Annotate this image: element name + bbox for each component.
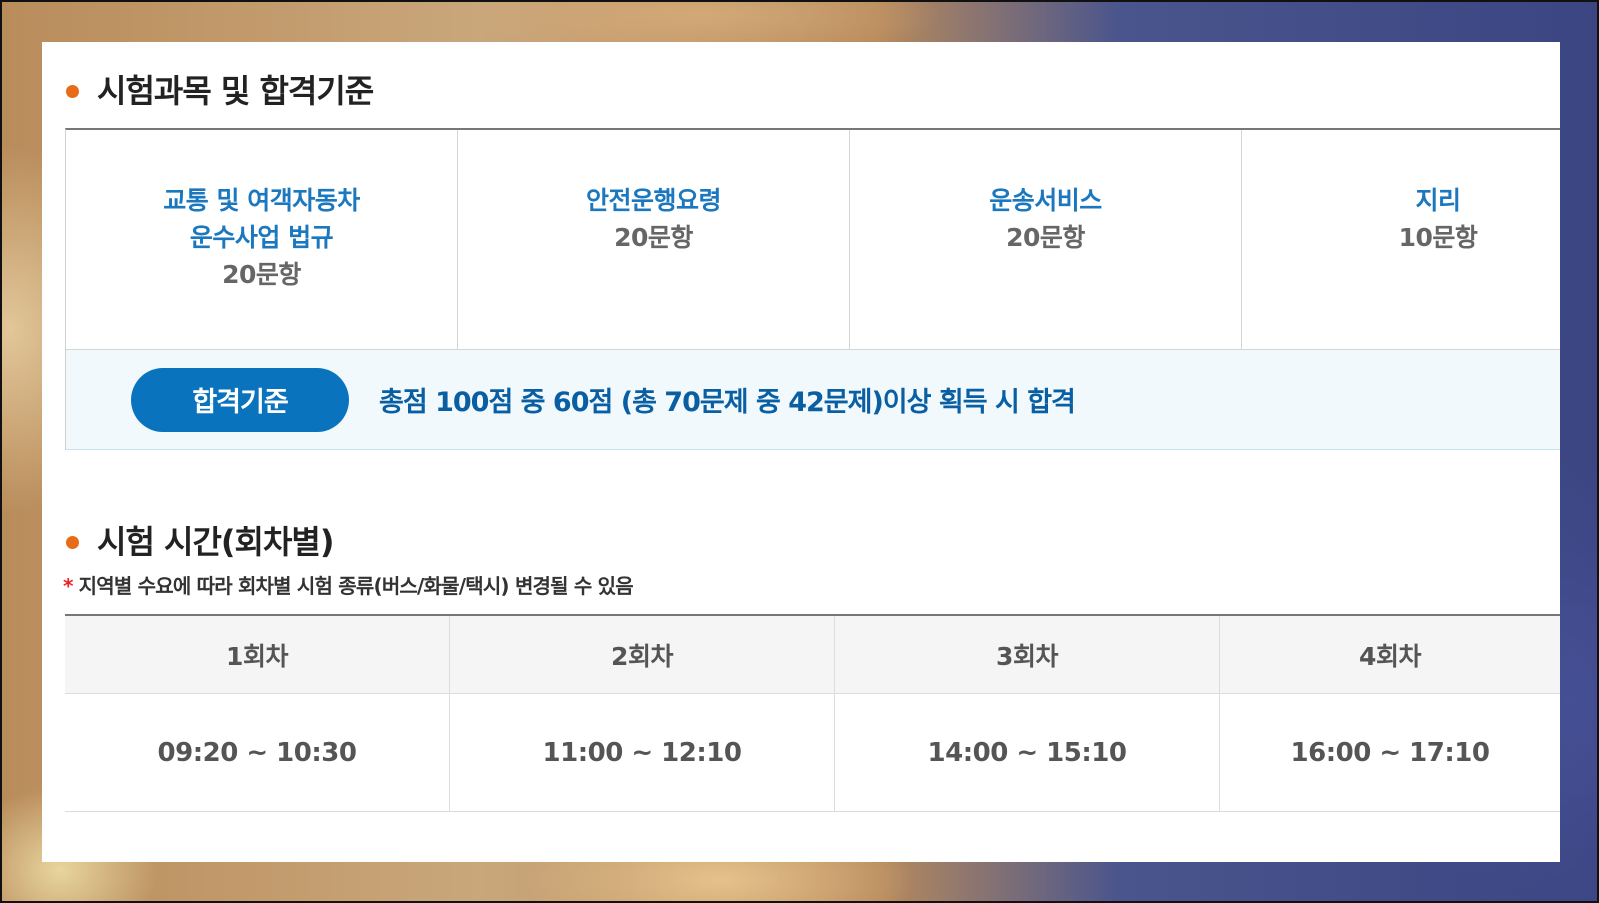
subjects-table: 교통 및 여객자동차 운수사업 법규 20문항 안전운행요령 20문항 운송서비… <box>65 128 1560 450</box>
subject-count: 20문항 <box>1006 223 1085 252</box>
section-title-subjects: 시험과목 및 합격기준 <box>66 66 374 112</box>
section-title-times: 시험 시간(회차별) <box>66 517 334 563</box>
schedule-table: 1회차 2회차 3회차 4회차 09:20 ~ 10:30 11:00 ~ 12… <box>65 614 1560 812</box>
subject-name: 안전운행요령 <box>585 186 722 215</box>
subject-count: 20문항 <box>614 223 693 252</box>
schedule-time-cell: 11:00 ~ 12:10 <box>450 694 835 811</box>
pass-criteria-text: 총점 100점 중 60점 (총 70문제 중 42문제)이상 획득 시 합격 <box>379 387 1076 418</box>
pass-criteria-row: 합격기준 총점 100점 중 60점 (총 70문제 중 42문제)이상 획득 … <box>66 350 1560 450</box>
bullet-dot-icon <box>66 535 79 549</box>
subject-name: 교통 및 여객자동차 <box>163 186 360 215</box>
schedule-note: * 지역별 수요에 따라 회차별 시험 종류(버스/화물/택시) 변경될 수 있음 <box>63 570 634 599</box>
subject-cell-law: 교통 및 여객자동차 운수사업 법규 20문항 <box>66 130 458 349</box>
content-card: 시험과목 및 합격기준 교통 및 여객자동차 운수사업 법규 20문항 안전운행… <box>42 42 1560 862</box>
schedule-time-cell: 09:20 ~ 10:30 <box>65 694 450 811</box>
subject-cell-geography: 지리 10문항 <box>1242 130 1560 349</box>
pass-criteria-button[interactable]: 합격기준 <box>131 367 349 432</box>
subject-count: 10문항 <box>1398 223 1478 252</box>
subjects-row: 교통 및 여객자동차 운수사업 법규 20문항 안전운행요령 20문항 운송서비… <box>66 130 1560 350</box>
subject-cell-service: 운송서비스 20문항 <box>850 130 1242 349</box>
subject-name: 지리 <box>1415 186 1461 215</box>
note-text: 지역별 수요에 따라 회차별 시험 종류(버스/화물/택시) 변경될 수 있음 <box>78 574 634 598</box>
bullet-dot-icon <box>66 84 79 98</box>
schedule-header-cell: 3회차 <box>835 616 1220 693</box>
subject-count: 20문항 <box>222 260 301 289</box>
schedule-time-row: 09:20 ~ 10:30 11:00 ~ 12:10 14:00 ~ 15:1… <box>65 694 1560 812</box>
schedule-time-cell: 16:00 ~ 17:10 <box>1290 737 1490 768</box>
subject-cell-safety: 안전운행요령 20문항 <box>458 130 850 349</box>
section-title-text: 시험과목 및 합격기준 <box>97 72 374 110</box>
subject-name: 운송서비스 <box>989 186 1102 215</box>
subject-name: 운수사업 법규 <box>189 223 334 252</box>
schedule-header-cell: 4회차 <box>1359 641 1421 671</box>
section-title-text: 시험 시간(회차별) <box>97 523 334 561</box>
schedule-header-cell: 2회차 <box>450 616 835 693</box>
schedule-header-row: 1회차 2회차 3회차 4회차 <box>65 616 1560 694</box>
schedule-header-cell: 1회차 <box>65 616 450 693</box>
schedule-time-cell: 14:00 ~ 15:10 <box>835 694 1220 811</box>
asterisk-icon: * <box>63 574 73 598</box>
